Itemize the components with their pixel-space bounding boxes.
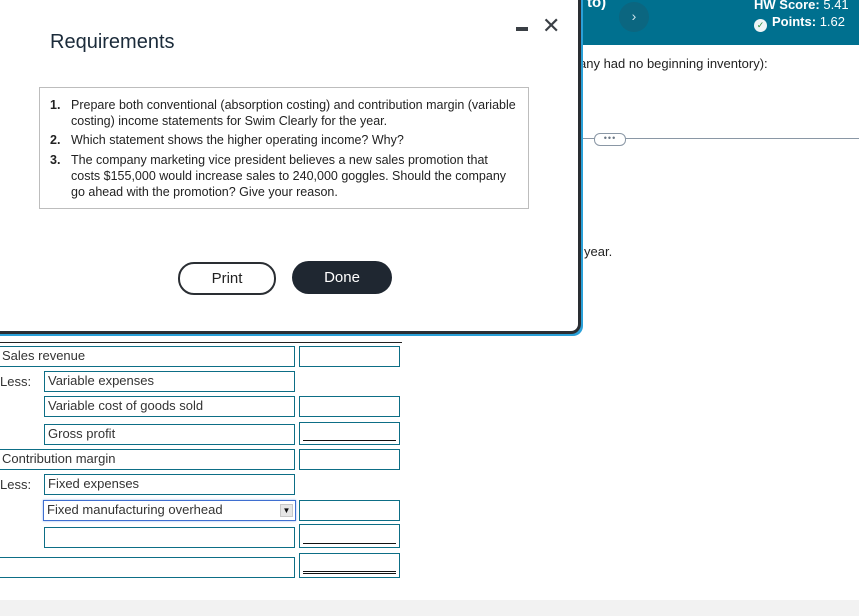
row-label-variable-cogs[interactable]: Variable cost of goods sold: [44, 396, 295, 417]
print-button[interactable]: Print: [178, 262, 276, 295]
hw-score-value: 5.41: [823, 0, 849, 12]
page-footer: [0, 600, 859, 616]
fixed-mfg-overhead-dropdown[interactable]: Fixed manufacturing overhead ▼: [43, 500, 296, 521]
next-question-button[interactable]: ›: [619, 2, 649, 32]
expand-more-button[interactable]: •••: [594, 133, 626, 146]
amount-gross-profit[interactable]: [299, 422, 400, 445]
points-label: Points:: [772, 14, 817, 29]
row-label-fixed-expenses[interactable]: Fixed expenses: [44, 474, 295, 495]
double-underline-top: [303, 571, 396, 572]
points-value: 1.62: [819, 14, 845, 29]
requirement-number: 2.: [50, 133, 61, 147]
row-label-gross-profit[interactable]: Gross profit: [44, 424, 295, 445]
amount-contribution-margin[interactable]: [299, 449, 400, 470]
double-underline-bottom: [303, 573, 396, 574]
hw-score: HW Score: 5.41: [754, 0, 849, 12]
chevron-right-icon: ›: [631, 8, 637, 24]
points: ✓ Points: 1.62: [754, 14, 845, 32]
done-button[interactable]: Done: [292, 261, 392, 294]
row-label-sales-revenue[interactable]: Sales revenue: [0, 346, 295, 367]
hw-score-label: HW Score:: [754, 0, 820, 12]
assignment-header-bar: to) › HW Score: 5.41 ✓ Points: 1.62: [575, 0, 859, 45]
close-icon: ✕: [542, 13, 561, 38]
amount-blank-1[interactable]: [299, 524, 400, 548]
minimize-button[interactable]: [516, 27, 528, 31]
row-label-variable-expenses[interactable]: Variable expenses: [44, 371, 295, 392]
close-button[interactable]: ✕: [542, 13, 560, 39]
amount-fixed-mfg-overhead[interactable]: [299, 500, 400, 521]
less-label: Less:: [0, 374, 32, 389]
single-underline: [303, 543, 396, 544]
amount-sales-revenue[interactable]: [299, 346, 400, 367]
requirements-list: 1. Prepare both conventional (absorption…: [39, 87, 529, 209]
dropdown-arrow-icon[interactable]: ▼: [280, 504, 293, 517]
amount-variable-cogs[interactable]: [299, 396, 400, 417]
less-label-2: Less:: [0, 477, 32, 492]
requirement-text: The company marketing vice president bel…: [71, 153, 507, 199]
partial-credit-icon: ✓: [754, 19, 767, 32]
requirement-number: 1.: [50, 98, 61, 112]
requirement-number: 3.: [50, 153, 61, 167]
dialog-title: Requirements: [50, 31, 175, 53]
question-text-fragment-2: year.: [584, 244, 613, 259]
question-title-fragment: to): [587, 0, 607, 11]
statement-header-rule: [0, 342, 402, 343]
amount-blank-2[interactable]: [299, 553, 400, 578]
question-text-fragment: any had no beginning inventory):: [579, 56, 768, 71]
row-label-contribution-margin[interactable]: Contribution margin: [0, 449, 295, 470]
row-label-blank-1[interactable]: [44, 527, 295, 548]
dropdown-selected-value: Fixed manufacturing overhead: [47, 502, 223, 517]
requirement-text: Prepare both conventional (absorption co…: [71, 98, 516, 128]
requirement-text: Which statement shows the higher operati…: [71, 133, 404, 147]
requirements-dialog: Requirements ✕ 1. Prepare both conventio…: [0, 0, 581, 334]
single-underline: [303, 440, 396, 441]
row-label-blank-2[interactable]: [0, 557, 295, 578]
